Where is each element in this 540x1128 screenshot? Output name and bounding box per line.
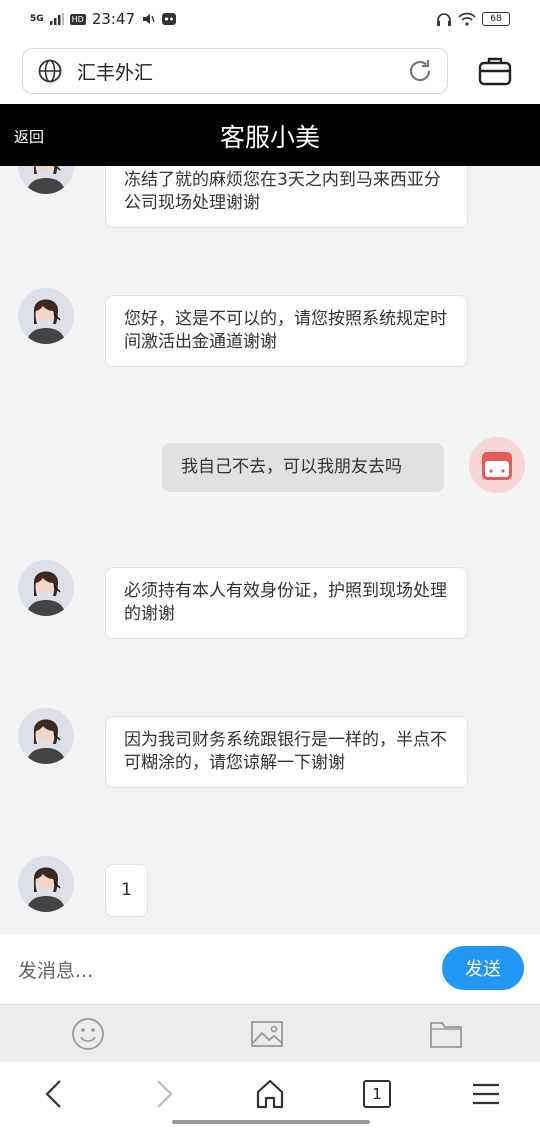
app-notification-icon xyxy=(162,13,177,25)
message-bubble: 1 xyxy=(105,864,148,917)
attachment-toolbar xyxy=(0,1004,540,1062)
signal-indicator: 5G xyxy=(30,14,44,24)
browser-address-bar: 汇丰外汇 xyxy=(0,38,540,104)
user-avatar xyxy=(469,437,525,493)
hd-badge: HD xyxy=(69,13,86,25)
agent-avatar-icon xyxy=(26,867,66,912)
message-input[interactable]: 发消息... xyxy=(18,956,93,983)
reload-icon[interactable] xyxy=(407,58,433,84)
menu-icon[interactable] xyxy=(471,1078,501,1110)
browser-nav-bar: 1 xyxy=(0,1062,540,1128)
briefcase-icon[interactable] xyxy=(478,56,512,86)
forward-arrow-icon[interactable] xyxy=(148,1078,178,1110)
emoji-icon[interactable] xyxy=(71,1017,105,1051)
signal-bars-icon xyxy=(49,13,64,25)
mute-icon xyxy=(143,14,155,24)
chat-header: 返回 客服小美 xyxy=(0,104,540,166)
agent-avatar xyxy=(18,856,74,912)
battery-icon: 68 xyxy=(482,12,510,26)
send-button[interactable]: 发送 xyxy=(442,946,524,990)
battery-level: 68 xyxy=(490,14,502,24)
tab-count: 1 xyxy=(372,1085,382,1103)
url-field[interactable]: 汇丰外汇 xyxy=(22,48,448,94)
home-icon[interactable] xyxy=(255,1078,285,1110)
message-bubble: 必须持有本人有效身份证，护照到现场处理的谢谢 xyxy=(105,567,468,639)
agent-avatar xyxy=(18,708,74,764)
agent-avatar xyxy=(18,166,74,194)
image-icon[interactable] xyxy=(250,1017,284,1051)
chat-title: 客服小美 xyxy=(219,123,320,152)
agent-avatar-icon xyxy=(26,166,66,194)
user-message-bubble: 我自己不去，可以我朋友去吗 xyxy=(162,443,444,492)
agent-avatar-icon xyxy=(26,299,66,344)
message-input-bar: 发消息... 发送 xyxy=(0,934,540,1004)
globe-icon xyxy=(38,59,62,83)
headphones-icon xyxy=(437,13,451,26)
message-bubble: 因为我司财务系统跟银行是一样的，半点不可糊涂的，请您谅解一下谢谢 xyxy=(105,716,468,788)
user-avatar-icon xyxy=(482,452,512,480)
tabs-button[interactable]: 1 xyxy=(363,1080,391,1108)
chat-page: 5G HD 23:47 68 汇丰外汇 返回 客服小美 冻结了就的麻烦您在3天之… xyxy=(0,0,540,1128)
agent-avatar-icon xyxy=(26,571,66,616)
message-bubble: 您好，这是不可以的，请您按照系统规定时间激活出金通道谢谢 xyxy=(105,295,468,367)
wifi-icon xyxy=(458,12,476,26)
status-bar: 5G HD 23:47 68 xyxy=(0,0,540,38)
clock: 23:47 xyxy=(91,10,136,28)
message-bubble: 冻结了就的麻烦您在3天之内到马来西亚分公司现场处理谢谢 xyxy=(105,166,468,228)
agent-avatar-icon xyxy=(26,719,66,764)
back-arrow-icon[interactable] xyxy=(40,1078,70,1110)
url-text: 汇丰外汇 xyxy=(77,61,154,84)
folder-icon[interactable] xyxy=(429,1017,463,1051)
message-list[interactable]: 冻结了就的麻烦您在3天之内到马来西亚分公司现场处理谢谢 您好，这是不可以的，请您… xyxy=(0,166,540,934)
agent-avatar xyxy=(18,560,74,616)
home-indicator xyxy=(172,1120,370,1124)
agent-avatar xyxy=(18,288,74,344)
